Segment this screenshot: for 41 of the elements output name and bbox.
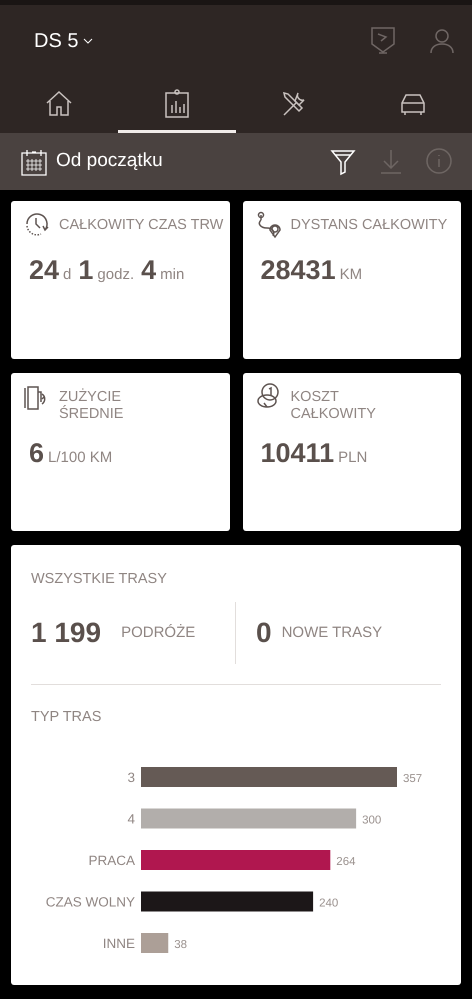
new-trip-label: NOWE TRASY xyxy=(282,623,382,643)
stat-value: 1 xyxy=(78,254,94,287)
value-label: 264 xyxy=(336,856,356,868)
stat-unit: min xyxy=(160,265,184,285)
new-trip-count: 0 xyxy=(256,616,272,650)
category-label: INNE xyxy=(102,936,135,950)
category-label: CZAS WOLNY xyxy=(46,894,135,909)
trip-count-label: PODRÓŻE xyxy=(121,623,196,643)
stat-unit: L/100 KM xyxy=(48,448,112,468)
trip-count: 1 199 xyxy=(31,616,102,650)
value-label: 357 xyxy=(403,772,422,784)
stat-value: 28431 xyxy=(260,254,336,287)
bar xyxy=(141,932,168,952)
chevron-down-icon[interactable] xyxy=(82,37,94,45)
calendar-icon[interactable] xyxy=(20,148,48,176)
value-label: 38 xyxy=(174,938,188,950)
filter-icon[interactable] xyxy=(330,148,356,176)
stat-unit: d xyxy=(63,265,72,285)
model-selector[interactable]: DS 5 xyxy=(34,26,94,56)
card-title: ZUŻYCIE ŚREDNIE xyxy=(59,389,124,423)
card-title: DYSTANS CAŁKOWITY xyxy=(290,217,448,234)
home-icon xyxy=(44,88,74,118)
section-title: WSZYSTKIE TRASY xyxy=(31,570,168,589)
category-label: PRACA xyxy=(88,852,135,868)
card-title: CAŁKOWITY CZAS TRW xyxy=(59,217,224,234)
stat-value: 24 xyxy=(29,254,60,287)
section-title: TYP TRAS xyxy=(31,708,102,727)
card-title: KOSZT CAŁKOWITY xyxy=(290,389,377,423)
stat-unit: PLN xyxy=(338,448,368,468)
value-label: 300 xyxy=(362,814,382,826)
stat-value: 4 xyxy=(141,254,156,287)
period-label[interactable]: Od początku xyxy=(56,147,163,176)
user-icon[interactable] xyxy=(430,28,454,54)
stat-unit: godz. xyxy=(97,265,134,285)
category-label: 4 xyxy=(127,811,135,826)
value-label: 240 xyxy=(319,897,338,909)
stat-value: 6 xyxy=(29,437,44,470)
shield-logo-icon[interactable] xyxy=(370,26,396,56)
category-label: 3 xyxy=(127,770,135,784)
stat-unit: KM xyxy=(340,265,362,285)
stat-value: 10411 xyxy=(260,437,334,470)
